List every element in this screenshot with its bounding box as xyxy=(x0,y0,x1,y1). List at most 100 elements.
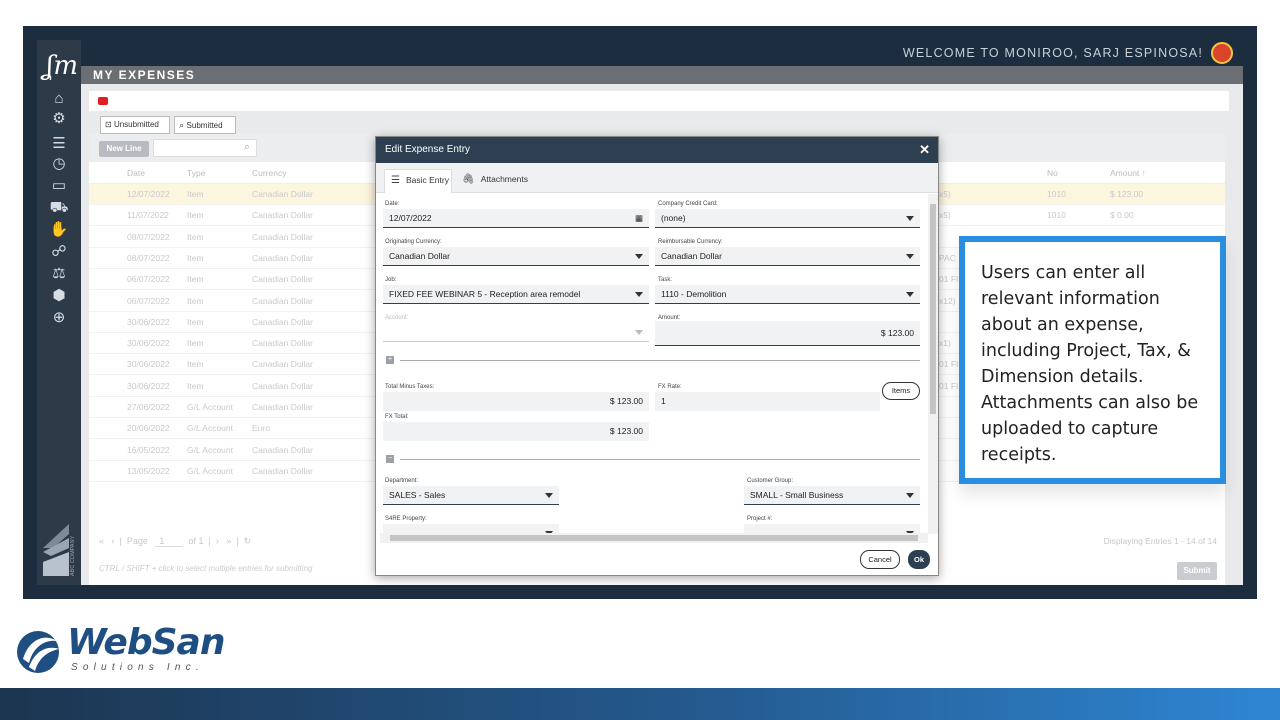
unsubmitted-icon: ⊡ xyxy=(105,120,114,129)
customer-group-select[interactable]: SMALL - Small Business xyxy=(744,486,920,505)
company-logo: ABC COMPANY xyxy=(43,524,76,576)
task-select[interactable]: 1110 - Demolition xyxy=(655,285,920,304)
ok-button[interactable]: Ok xyxy=(908,550,930,569)
title-bar: MY EXPENSES xyxy=(81,66,1243,84)
collapse-icon[interactable]: − xyxy=(386,455,394,463)
header-amount[interactable]: Amount ↑ xyxy=(1110,168,1146,178)
cell-type: Item xyxy=(187,252,204,263)
next-page-icon[interactable]: › xyxy=(216,536,219,546)
tab-submitted[interactable]: ⌕ Submitted xyxy=(174,116,236,134)
submit-button[interactable]: Submit xyxy=(1177,562,1217,580)
app-logo-icon[interactable]: ʆm xyxy=(45,46,78,86)
tab-unsubmitted[interactable]: ⊡ Unsubmitted xyxy=(100,116,170,134)
settings-icon[interactable]: ⚙ xyxy=(48,110,70,128)
refresh-icon[interactable]: ↻ xyxy=(244,536,252,546)
cell-date: 12/07/2022 xyxy=(127,189,170,199)
items-button[interactable]: Items xyxy=(882,382,920,400)
cell-currency: Canadian Dollar xyxy=(252,402,313,412)
cell-date: 08/07/2022 xyxy=(127,252,170,263)
vertical-scrollbar[interactable] xyxy=(928,194,938,534)
job-select[interactable]: FIXED FEE WEBINAR 5 - Reception area rem… xyxy=(383,285,649,304)
cell-no: 1010 xyxy=(1047,210,1066,221)
cell-date: 06/07/2022 xyxy=(127,274,170,285)
search-icon: ⌕ xyxy=(243,141,250,153)
header-type[interactable]: Type xyxy=(187,168,205,178)
shield-icon[interactable]: ⬢ xyxy=(48,287,70,305)
cell-currency: Canadian Dollar xyxy=(252,210,313,221)
calendar-icon[interactable]: ▦ xyxy=(635,209,643,228)
pager: « ‹ | Page 1 of 1 | › » | ↻ xyxy=(99,536,252,547)
card-icon[interactable]: ▭ xyxy=(48,177,70,195)
new-line-button[interactable]: New Line xyxy=(99,141,149,157)
cart-icon[interactable]: ⛟ xyxy=(48,199,70,217)
prev-page-icon[interactable]: ‹ xyxy=(112,536,115,546)
section-divider xyxy=(400,360,920,361)
orig-currency-value: Canadian Dollar xyxy=(389,251,450,261)
department-select[interactable]: SALES - Sales xyxy=(383,486,559,505)
expand-icon[interactable]: + xyxy=(386,356,394,364)
chevron-down-icon xyxy=(635,254,643,259)
cell-currency: Canadian Dollar xyxy=(252,338,313,349)
logo-tagline: Solutions Inc. xyxy=(71,662,204,673)
user-avatar[interactable] xyxy=(1211,42,1233,64)
header-no[interactable]: No xyxy=(1047,168,1058,178)
scale-icon[interactable]: ⚖ xyxy=(48,265,70,283)
tab-basic-entry[interactable]: ☰ Basic Entry xyxy=(384,169,452,193)
chevron-down-icon xyxy=(906,254,914,259)
cell-description: x5) xyxy=(939,210,951,221)
cell-currency: Canadian Dollar xyxy=(252,444,313,455)
header-date[interactable]: Date xyxy=(127,168,145,178)
thumbs-up-icon[interactable]: ✋ xyxy=(48,221,70,239)
websan-logo-icon xyxy=(17,631,59,673)
orig-currency-select[interactable]: Canadian Dollar xyxy=(383,247,649,266)
home-icon[interactable]: ⌂ xyxy=(48,90,70,108)
zoom-icon[interactable]: ⊕ xyxy=(48,309,70,327)
reimb-currency-label: Reimbursable Currency: xyxy=(658,239,723,245)
page-input[interactable]: 1 xyxy=(155,536,184,547)
tab-submitted-label: Submitted xyxy=(186,121,223,130)
users-icon[interactable]: ☍ xyxy=(48,243,70,261)
cell-date: 13/05/2022 xyxy=(127,465,170,476)
fx-rate-label: FX Rate: xyxy=(658,384,682,390)
close-icon[interactable]: ✕ xyxy=(919,142,930,158)
database-icon[interactable]: ☰ xyxy=(48,135,70,153)
cancel-button[interactable]: Cancel xyxy=(860,550,900,569)
cell-no: 1010 xyxy=(1047,189,1066,199)
property-label: S4RE Property: xyxy=(385,516,427,522)
credit-card-select[interactable]: (none) xyxy=(655,209,920,228)
date-field[interactable]: 12/07/2022 ▦ xyxy=(383,209,649,228)
search-icon: ⌕ xyxy=(179,120,187,130)
clock-icon[interactable]: ◷ xyxy=(48,155,70,173)
cell-description: 01 FI xyxy=(939,274,959,285)
credit-card-label: Company Credit Card: xyxy=(658,201,718,207)
basic-entry-form: Date: 12/07/2022 ▦ Company Credit Card: … xyxy=(376,194,928,542)
displaying-count: Displaying Entries 1 - 14 of 14 xyxy=(1103,536,1217,546)
cell-type: Item xyxy=(187,316,204,327)
last-page-icon[interactable]: » xyxy=(226,536,231,546)
fx-total-value: $ 123.00 xyxy=(609,426,643,436)
fx-total-label: FX Total: xyxy=(385,414,409,420)
credit-card-value: (none) xyxy=(661,213,686,223)
tab-attachments[interactable]: 🖇 Attachments xyxy=(456,169,536,193)
customer-group-label: Customer Group: xyxy=(747,478,794,484)
cell-amount: $ 0.00 xyxy=(1110,210,1134,221)
cell-currency: Canadian Dollar xyxy=(252,380,313,391)
youtube-icon[interactable] xyxy=(98,97,108,105)
amount-field[interactable]: $ 123.00 xyxy=(655,321,920,346)
scroll-thumb[interactable] xyxy=(930,204,936,414)
cell-currency: Euro xyxy=(252,423,270,434)
fx-rate-field[interactable]: 1 xyxy=(655,392,880,411)
header-currency[interactable]: Currency xyxy=(252,168,286,178)
first-page-icon[interactable]: « xyxy=(99,536,104,546)
cell-description: x1) xyxy=(939,338,951,349)
search-input[interactable]: ⌕ xyxy=(153,139,257,157)
horizontal-scrollbar[interactable] xyxy=(380,533,928,543)
cell-description: x12) xyxy=(939,295,956,306)
reimb-currency-select[interactable]: Canadian Dollar xyxy=(655,247,920,266)
scroll-thumb[interactable] xyxy=(390,535,918,541)
cell-description: 01 FI xyxy=(939,380,959,391)
total-minus-taxes-value: $ 123.00 xyxy=(609,396,643,406)
top-bar: WELCOME TO MONIROO, SARJ ESPINOSA! xyxy=(81,40,1243,66)
task-value: 1110 - Demolition xyxy=(661,289,727,299)
cell-date: 30/06/2022 xyxy=(127,380,170,391)
